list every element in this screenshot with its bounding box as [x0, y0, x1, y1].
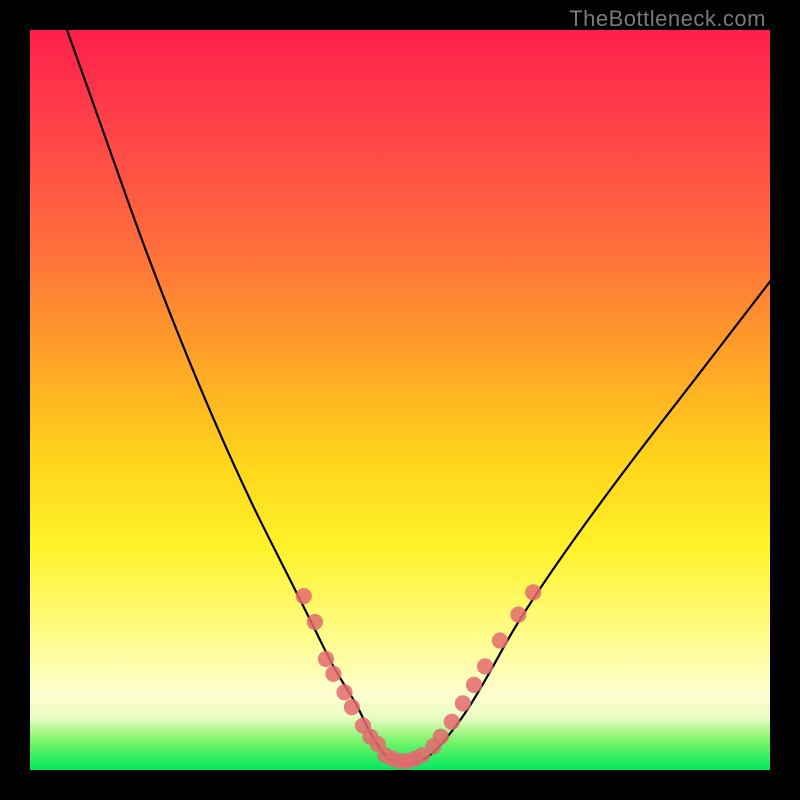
- watermark-text: TheBottleneck.com: [569, 6, 766, 32]
- v-curve-line: [67, 30, 770, 764]
- plot-area: [30, 30, 770, 770]
- curve-marker: [344, 699, 360, 715]
- curve-marker: [444, 714, 460, 730]
- chart-frame: TheBottleneck.com: [0, 0, 800, 800]
- curve-marker: [455, 695, 471, 711]
- curve-marker: [336, 684, 352, 700]
- curve-marker: [307, 614, 323, 630]
- curve-marker: [510, 607, 526, 623]
- curve-marker: [477, 658, 493, 674]
- curve-marker: [466, 677, 482, 693]
- curve-marker: [525, 584, 541, 600]
- curve-markers: [296, 584, 542, 769]
- curve-marker: [325, 666, 341, 682]
- chart-svg: [30, 30, 770, 770]
- curve-marker: [492, 632, 508, 648]
- curve-marker: [433, 729, 449, 745]
- curve-marker: [296, 588, 312, 604]
- curve-marker: [318, 651, 334, 667]
